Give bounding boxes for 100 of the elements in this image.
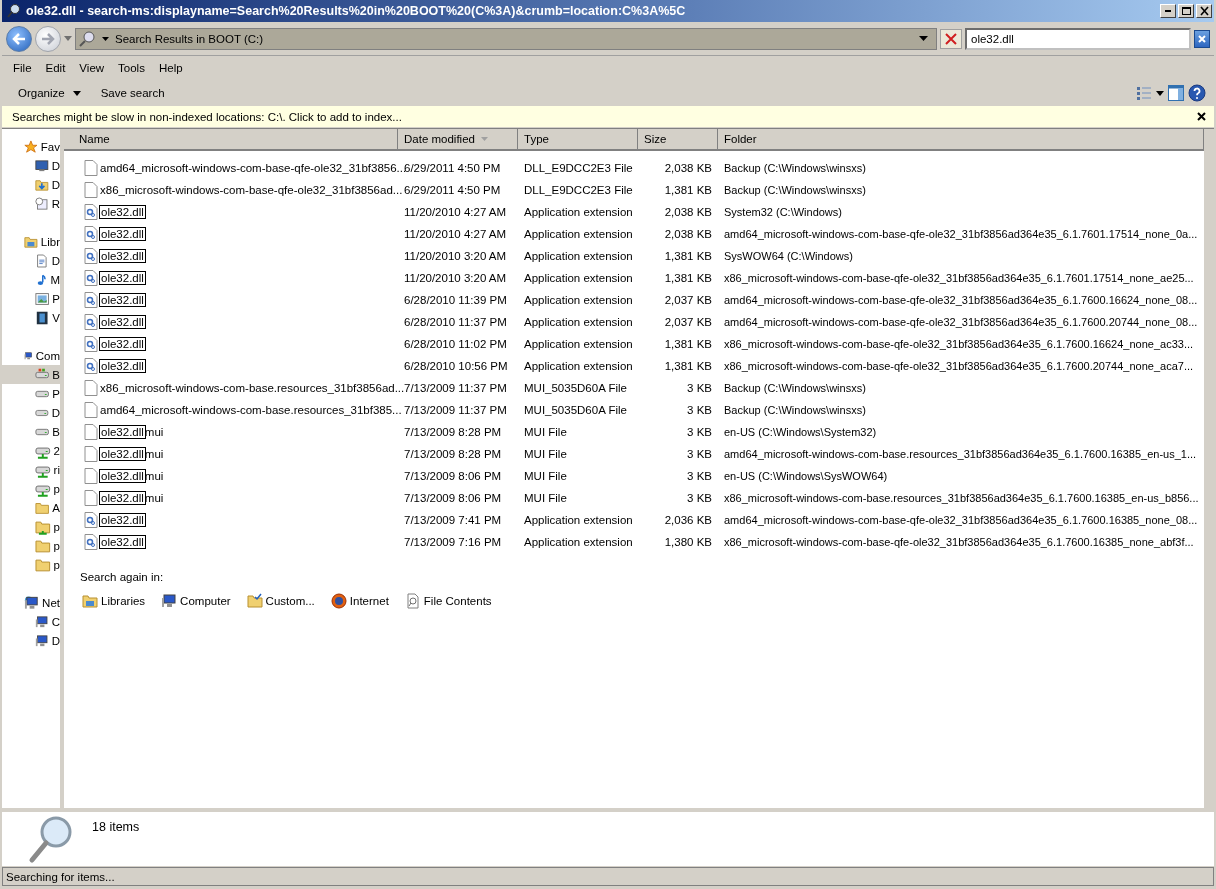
size-cell-text: 3 KB: [686, 426, 713, 438]
menu-item[interactable]: Help: [151, 62, 190, 74]
column-header[interactable]: Size: [638, 129, 718, 149]
type-cell-text: DLL_E9DCC2E3 File: [523, 184, 634, 196]
toolbar-button[interactable]: Save search: [92, 84, 173, 102]
file-name[interactable]: ole32.dll: [100, 228, 145, 240]
type-cell-text: MUI_5035D60A File: [523, 382, 628, 394]
menu-item[interactable]: View: [72, 62, 112, 74]
search-location-button[interactable]: Internet: [328, 591, 391, 611]
nav-item[interactable]: ri: [2, 460, 60, 479]
address-bar[interactable]: Search Results in BOOT (C:): [75, 27, 937, 50]
menu-item[interactable]: Edit: [38, 62, 73, 74]
nav-item[interactable]: Net: [2, 593, 60, 612]
file-name[interactable]: ole32.dll: [100, 316, 145, 328]
close-icon: [1197, 33, 1207, 44]
menu-item[interactable]: File: [6, 62, 39, 74]
folder-check-icon: [246, 593, 263, 609]
column-header[interactable]: Name: [64, 129, 398, 149]
size-cell-text: 1,381 KB: [663, 272, 713, 284]
type-cell-text: Application extension: [523, 272, 634, 284]
search-location-button[interactable]: File Contents: [402, 591, 494, 611]
monitor-icon: [35, 157, 49, 174]
nav-item[interactable]: B: [2, 422, 60, 441]
nav-item[interactable]: D: [2, 631, 60, 650]
nav-item[interactable]: D: [2, 251, 60, 270]
search-field[interactable]: ole32.dll: [965, 27, 1191, 50]
size-cell-text: 2,037 KB: [663, 294, 713, 306]
toolbar-button[interactable]: Organize: [10, 84, 89, 102]
back-button[interactable]: [6, 25, 32, 52]
size-cell-text: 1,381 KB: [663, 184, 713, 196]
column-header[interactable]: Type: [518, 129, 638, 149]
nav-item[interactable]: Fav: [2, 137, 60, 156]
caret-icon: [72, 90, 81, 96]
nav-item[interactable]: 2: [2, 441, 60, 460]
nav-item[interactable]: D: [2, 175, 60, 194]
folder-cell-text: x86_microsoft-windows-com-base-qfe-ole32_31bf3856ad364e35_6.1.7601.17514_none_ae25...: [723, 272, 1195, 284]
nav-item[interactable]: V: [2, 308, 60, 327]
folder-cell-text: Backup (C:\Windows\winsxs): [723, 382, 867, 394]
file-name[interactable]: x86_microsoft-windows-com-base-qfe-ole32_31bf3856ad...: [100, 184, 403, 196]
file-name[interactable]: ole32.dll: [100, 206, 145, 218]
search-location-button[interactable]: Custom...: [244, 591, 317, 611]
stop-button[interactable]: [940, 28, 962, 49]
date-cell-text: 7/13/2009 8:06 PM: [403, 470, 503, 482]
nav-item[interactable]: Com: [2, 346, 60, 365]
menu-item[interactable]: Tools: [111, 62, 152, 74]
nav-item[interactable]: p: [2, 555, 60, 574]
close-button[interactable]: [1196, 4, 1212, 18]
document-icon: [35, 252, 49, 269]
preview-pane-icon[interactable]: [1168, 85, 1184, 101]
nav-item[interactable]: A: [2, 498, 60, 517]
file-name[interactable]: ole32.dll: [100, 360, 145, 372]
caret-icon[interactable]: [919, 36, 928, 41]
column-header[interactable]: Date modified: [398, 129, 518, 149]
file-name[interactable]: ole32.dll: [100, 250, 145, 262]
folder-cell-text: x86_microsoft-windows-com-base-qfe-ole32_31bf3856ad364e35_6.1.7600.20744_none_aca7...: [723, 360, 1195, 372]
caret-icon[interactable]: [1156, 90, 1164, 96]
shared-folder-icon: [35, 518, 51, 535]
folder-cell-text: x86_microsoft-windows-com-base.resources_31bf3856ad364e35_6.1.7600.16385_en-us_b856...: [723, 492, 1200, 504]
search-location-button[interactable]: Computer: [159, 591, 233, 611]
file-name[interactable]: ole32.dll: [100, 514, 145, 526]
type-cell-text: Application extension: [523, 316, 634, 328]
nav-item[interactable]: P: [2, 289, 60, 308]
nav-item[interactable]: p: [2, 517, 60, 536]
nav-item[interactable]: D: [2, 156, 60, 175]
window-title: ole32.dll - search-ms:displayname=Search%20Results%20in%20BOOT%20(C%3A)&crumb=location:C%3A%5C: [26, 4, 687, 18]
file-name[interactable]: ole32.dll mui: [100, 426, 164, 438]
search-location-button[interactable]: Libraries: [80, 591, 148, 611]
maximize-button[interactable]: [1178, 4, 1194, 18]
file-name[interactable]: ole32.dll: [100, 272, 145, 284]
nav-item[interactable]: p: [2, 536, 60, 555]
help-icon[interactable]: [1188, 84, 1206, 102]
folder-cell-text: x86_microsoft-windows-com-base-qfe-ole32_31bf3856ad364e35_6.1.7600.16385_none_abf3f...: [723, 536, 1195, 548]
magnifier-icon: [6, 3, 22, 19]
nav-item[interactable]: Libr: [2, 232, 60, 251]
file-icon: [84, 402, 98, 418]
info-bar[interactable]: Searches might be slow in non-indexed locations: C:\. Click to add to index...: [2, 106, 1214, 128]
gear-file-icon: [84, 204, 98, 220]
nav-item[interactable]: p: [2, 479, 60, 498]
nav-item[interactable]: D: [2, 403, 60, 422]
column-header[interactable]: Folder: [718, 129, 1204, 149]
date-cell-text: 6/28/2010 10:56 PM: [403, 360, 509, 372]
nav-item[interactable]: R: [2, 194, 60, 213]
file-name[interactable]: ole32.dll mui: [100, 448, 164, 460]
file-name[interactable]: ole32.dll: [100, 338, 145, 350]
nav-item[interactable]: C: [2, 612, 60, 631]
nav-item[interactable]: B: [2, 365, 60, 384]
close-icon[interactable]: [1197, 112, 1206, 121]
file-name[interactable]: ole32.dll: [100, 294, 145, 306]
clear-search-button[interactable]: [1194, 29, 1210, 48]
gear-file-icon: [84, 534, 98, 550]
file-search-icon: [404, 593, 421, 609]
size-cell-text: 2,038 KB: [663, 206, 713, 218]
file-name[interactable]: ole32.dll mui: [100, 470, 164, 482]
nav-item[interactable]: M: [2, 270, 60, 289]
nav-item[interactable]: P: [2, 384, 60, 403]
file-name[interactable]: ole32.dll mui: [100, 492, 164, 504]
file-name[interactable]: ole32.dll: [100, 536, 145, 548]
minimize-button[interactable]: [1160, 4, 1176, 18]
file-name[interactable]: amd64_microsoft-windows-com-base.resources_31bf385...: [100, 404, 402, 416]
file-name[interactable]: x86_microsoft-windows-com-base.resources_31bf3856ad...: [100, 382, 405, 394]
